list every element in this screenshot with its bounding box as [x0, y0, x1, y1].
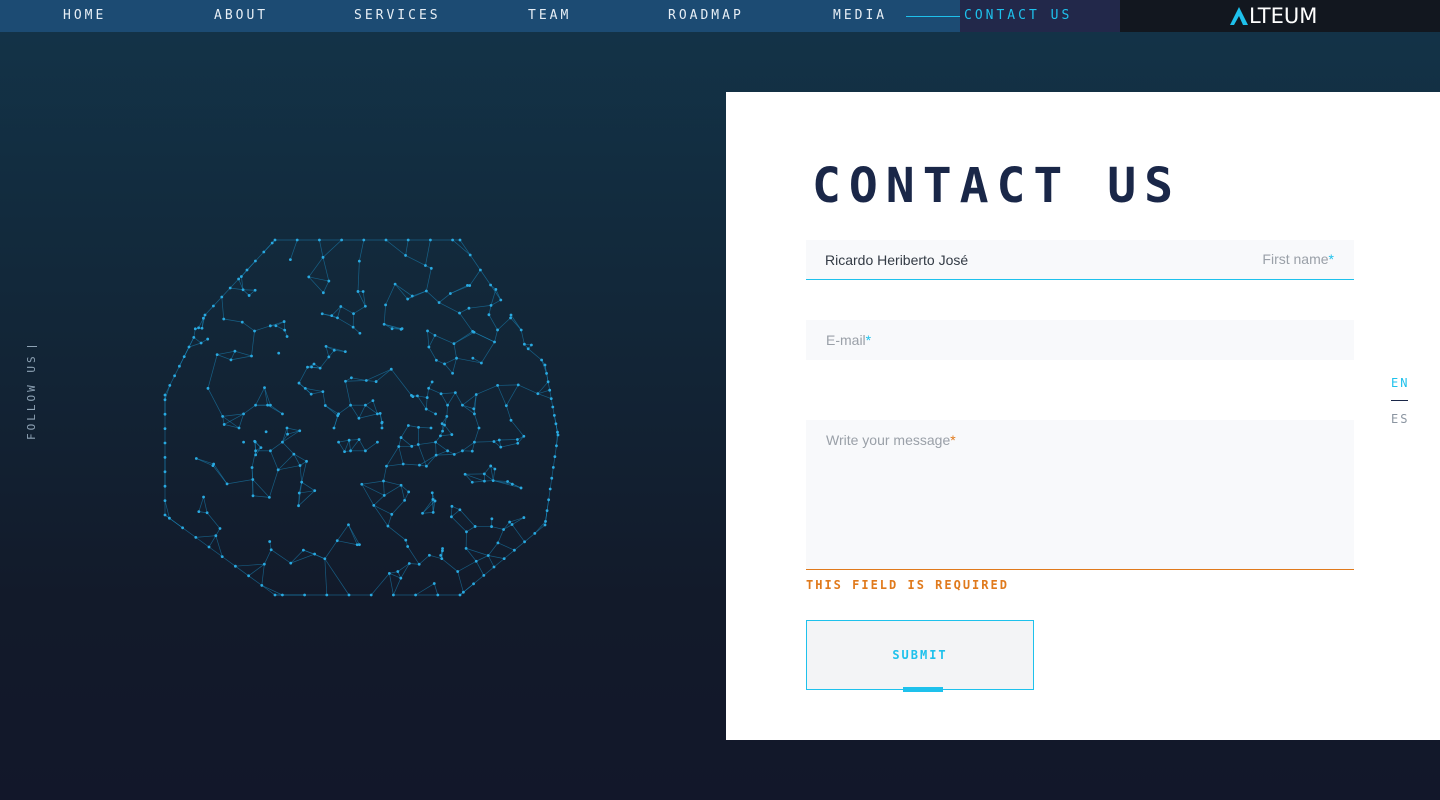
nav-item-home[interactable]: HOME	[63, 0, 106, 32]
nav-item-about[interactable]: ABOUT	[214, 0, 268, 32]
email-field[interactable]: E-mail*	[806, 320, 1354, 360]
nav-item-media[interactable]: MEDIA	[833, 0, 887, 32]
language-option-es[interactable]: ES	[1391, 412, 1409, 426]
first-name-value: Ricardo Heriberto José	[825, 252, 969, 268]
alteum-a-logo-icon	[1230, 7, 1248, 25]
nav-item-team[interactable]: TEAM	[528, 0, 571, 32]
active-indicator-line	[906, 16, 960, 17]
submit-label: SUBMIT	[892, 648, 948, 662]
nav-item-services[interactable]: SERVICES	[354, 0, 441, 32]
follow-us-divider	[27, 346, 37, 348]
network-mesh-illustration	[163, 238, 560, 597]
submit-accent-bar	[903, 687, 943, 692]
first-name-label: First name*	[1262, 251, 1334, 267]
language-option-en[interactable]: EN	[1391, 376, 1409, 390]
submit-button[interactable]: SUBMIT	[806, 620, 1034, 692]
alteum-logo[interactable]: LTEUM	[1229, 5, 1317, 27]
follow-us-text: FOLLOW US	[25, 353, 38, 440]
contact-panel: CONTACT US Ricardo Heriberto José First …	[726, 92, 1440, 740]
message-field[interactable]: Write your message*	[806, 420, 1354, 570]
brand-name: LTEUM	[1249, 4, 1318, 28]
email-placeholder: E-mail*	[826, 332, 872, 348]
page-title: CONTACT US	[812, 158, 1181, 214]
message-placeholder: Write your message*	[826, 432, 956, 448]
follow-us-label[interactable]: FOLLOW US	[25, 346, 38, 440]
first-name-field[interactable]: Ricardo Heriberto José First name*	[806, 240, 1354, 280]
language-divider	[1391, 400, 1408, 401]
top-navigation: HOME ABOUT SERVICES TEAM ROADMAP MEDIA C…	[0, 0, 1440, 32]
nav-item-roadmap[interactable]: ROADMAP	[668, 0, 744, 32]
message-error-text: THIS FIELD IS REQUIRED	[806, 578, 1009, 592]
nav-item-contact-us[interactable]: CONTACT US	[960, 0, 1120, 32]
